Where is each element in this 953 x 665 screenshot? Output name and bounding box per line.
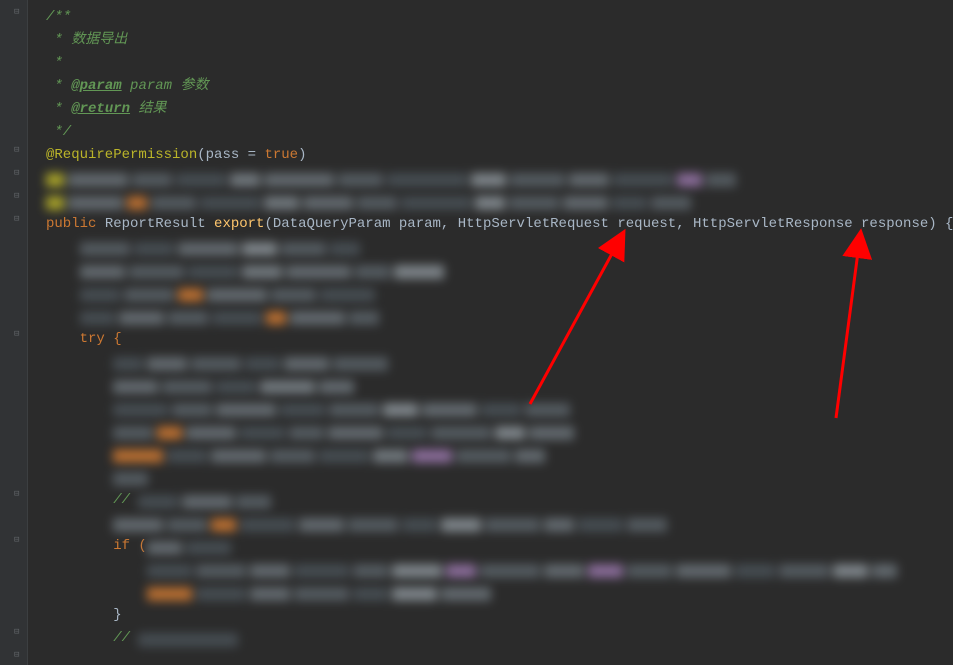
javadoc-return-prefix: * xyxy=(46,101,71,117)
fold-icon[interactable]: ⊟ xyxy=(14,490,23,499)
annotation-open: ( xyxy=(197,147,205,163)
blurred-code xyxy=(113,514,671,530)
fold-icon[interactable]: ⊟ xyxy=(14,169,23,178)
fold-icon[interactable]: ⊟ xyxy=(14,8,23,17)
annotation-eq: = xyxy=(239,147,264,163)
javadoc-end: */ xyxy=(46,124,71,140)
method-return-type: ReportResult xyxy=(96,216,214,232)
method-params-close: ) { xyxy=(928,216,953,232)
fold-icon[interactable]: ⊟ xyxy=(14,215,23,224)
param3-name: response xyxy=(861,216,928,232)
sep2: , xyxy=(676,216,693,232)
javadoc-start: /** xyxy=(46,9,71,25)
param2-type: HttpServletRequest xyxy=(458,216,618,232)
blurred-code xyxy=(113,376,358,392)
blurred-code xyxy=(80,307,383,323)
param1-name: param xyxy=(399,216,441,232)
try-keyword: try { xyxy=(80,331,122,347)
javadoc-blank: * xyxy=(46,55,63,71)
blurred-code xyxy=(46,192,695,208)
comment-slash: // xyxy=(113,630,138,646)
blurred-code xyxy=(113,445,549,461)
comment-slash: // xyxy=(113,492,138,508)
javadoc-param-text: param 参数 xyxy=(122,78,209,94)
method-params-open: ( xyxy=(264,216,272,232)
code-editor[interactable]: /** * 数据导出 * * @param param 参数 * @return… xyxy=(28,0,953,650)
blurred-code xyxy=(147,560,901,576)
annotation-val: true xyxy=(264,147,298,163)
fold-icon[interactable]: ⊟ xyxy=(14,536,23,545)
fold-icon[interactable]: ⊟ xyxy=(14,330,23,339)
param1-type: DataQueryParam xyxy=(273,216,399,232)
blurred-code xyxy=(113,422,578,438)
blurred-code xyxy=(46,169,740,185)
blurred-code xyxy=(113,399,574,415)
blurred-code xyxy=(80,261,448,277)
fold-icon[interactable]: ⊟ xyxy=(14,651,23,660)
fold-icon[interactable]: ⊟ xyxy=(14,628,23,637)
fold-icon[interactable]: ⊟ xyxy=(14,192,23,201)
annotation-name: @RequirePermission xyxy=(46,147,197,163)
close-brace: } xyxy=(113,607,121,623)
javadoc-desc: * 数据导出 xyxy=(46,32,127,48)
param3-type: HttpServletResponse xyxy=(693,216,861,232)
blurred-code xyxy=(138,491,275,507)
annotation-close: ) xyxy=(298,147,306,163)
method-name: export xyxy=(214,216,264,232)
if-keyword: if ( xyxy=(113,538,147,554)
sep1: , xyxy=(441,216,458,232)
editor-gutter: ⊟ ⊟ ⊟ ⊟ ⊟ ⊟ ⊟ ⊟ ⊟ ⊟ xyxy=(0,0,28,665)
param2-name: request xyxy=(617,216,676,232)
blurred-code xyxy=(113,468,152,484)
fold-icon[interactable]: ⊟ xyxy=(14,146,23,155)
annotation-key: pass xyxy=(206,147,240,163)
javadoc-return-tag: @return xyxy=(71,101,130,117)
method-modifier: public xyxy=(46,216,96,232)
javadoc-param-prefix: * xyxy=(46,78,71,94)
blurred-code xyxy=(80,284,379,300)
javadoc-return-text: 结果 xyxy=(130,101,166,117)
blurred-code xyxy=(147,537,235,553)
blurred-code xyxy=(147,583,495,599)
blurred-code xyxy=(138,629,242,645)
blurred-code xyxy=(113,353,392,369)
blurred-code xyxy=(80,238,364,254)
javadoc-param-tag: @param xyxy=(71,78,121,94)
